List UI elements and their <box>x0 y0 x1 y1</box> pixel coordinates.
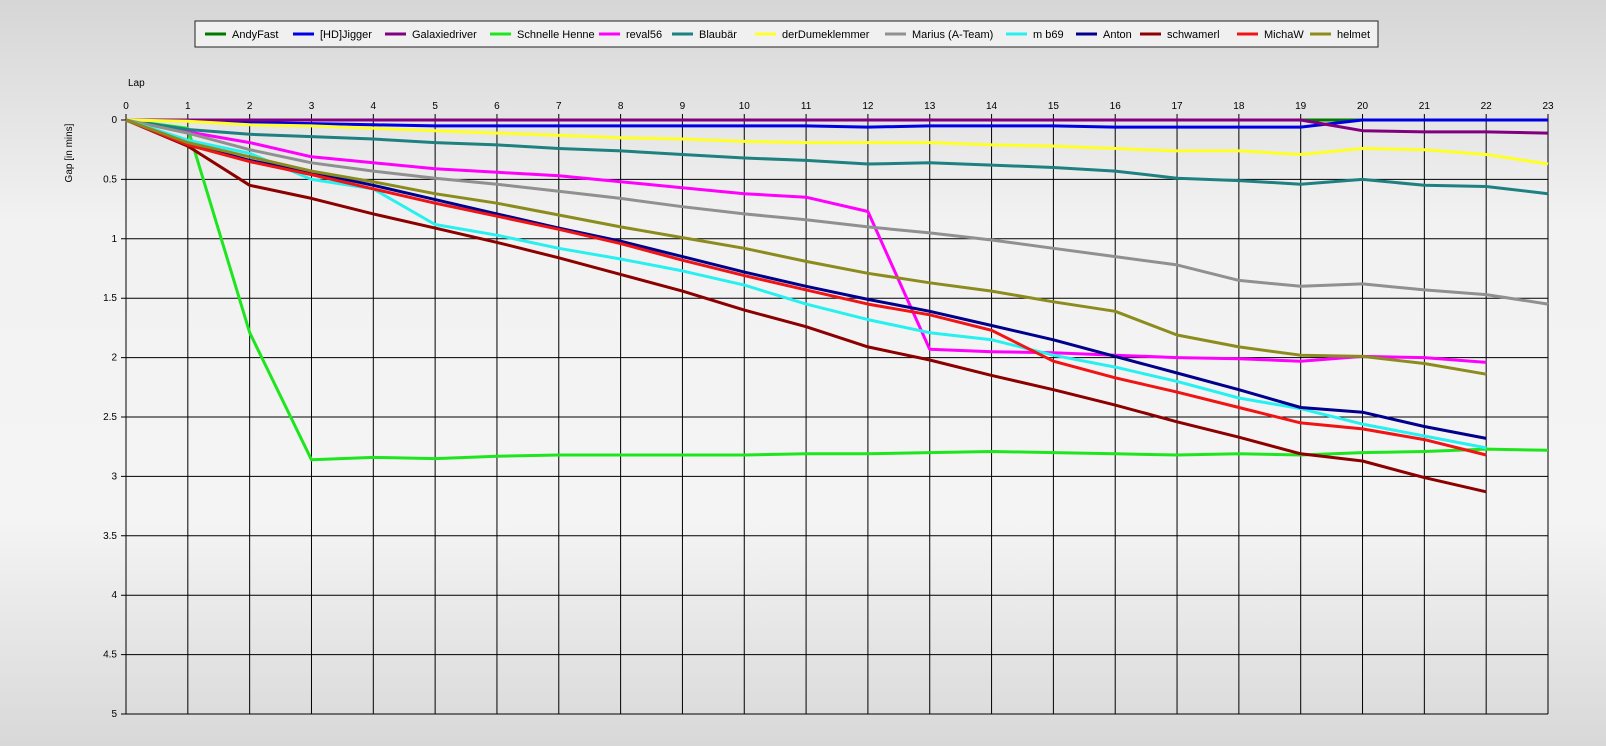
y-tick-label: 1.5 <box>103 293 117 304</box>
y-tick-label: 0 <box>111 115 117 126</box>
x-tick-label: 11 <box>801 101 812 112</box>
x-tick-label: 17 <box>1171 101 1183 112</box>
x-tick-label: 1 <box>185 101 191 112</box>
x-tick-label: 2 <box>247 101 253 112</box>
x-tick-label: 23 <box>1542 101 1554 112</box>
chart-legend: AndyFast [HD]Jigger Galaxiedriver Schnelle … <box>194 20 1379 48</box>
y-tick-label: 2 <box>111 353 117 364</box>
x-tick-label: 6 <box>494 101 500 112</box>
x-tick-label: 4 <box>371 101 377 112</box>
y-tick-label: 0.5 <box>103 174 117 185</box>
x-tick-label: 7 <box>556 101 562 112</box>
legend-label: derDumeklemmer <box>782 29 870 41</box>
y-tick-label: 2.5 <box>103 412 117 423</box>
legend-label: m b69 <box>1033 29 1064 41</box>
x-tick-label: 15 <box>1048 101 1060 112</box>
x-tick-label: 10 <box>739 101 751 112</box>
x-tick-label: 22 <box>1481 101 1493 112</box>
x-tick-label: 3 <box>309 101 315 112</box>
y-tick-label: 4.5 <box>103 650 117 661</box>
x-tick-label: 12 <box>862 101 874 112</box>
legend-label: Anton <box>1103 29 1132 41</box>
y-tick-label: 4 <box>111 590 117 601</box>
x-tick-label: 20 <box>1357 101 1369 112</box>
x-tick-label: 9 <box>680 101 686 112</box>
y-tick-label: 1 <box>111 234 117 245</box>
y-tick-label: 3 <box>111 471 117 482</box>
x-tick-label: 0 <box>123 101 129 112</box>
x-tick-label: 21 <box>1419 101 1431 112</box>
x-tick-label: 16 <box>1110 101 1122 112</box>
x-tick-label: 8 <box>618 101 624 112</box>
plot-series <box>125 118 1549 494</box>
x-tick-label: 5 <box>432 101 438 112</box>
legend-label: schwamerl <box>1167 29 1220 41</box>
x-tick-label: 14 <box>986 101 998 112</box>
legend-label: MichaW <box>1264 29 1304 41</box>
legend-label: Blaubär <box>699 29 737 41</box>
y-axis-title: Gap [in mins] <box>64 123 75 182</box>
series-line-8 <box>125 118 1549 306</box>
x-tick-label: 13 <box>924 101 936 112</box>
legend-label: helmet <box>1337 29 1370 41</box>
gap-chart: AndyFast [HD]Jigger Galaxiedriver Schnelle … <box>64 20 1554 720</box>
y-tick-label: 5 <box>111 709 117 720</box>
legend-label: AndyFast <box>232 29 278 41</box>
x-tick-label: 19 <box>1295 101 1307 112</box>
legend-label: Schnelle Henne <box>517 29 595 41</box>
legend-label: Marius (A-Team) <box>912 29 993 41</box>
x-tick-label: 18 <box>1233 101 1245 112</box>
legend-label: Galaxiedriver <box>412 29 477 41</box>
y-tick-label: 3.5 <box>103 531 117 542</box>
legend-label: [HD]Jigger <box>320 29 372 41</box>
legend-label: reval56 <box>626 29 662 41</box>
x-axis-title: Lap <box>128 78 145 89</box>
